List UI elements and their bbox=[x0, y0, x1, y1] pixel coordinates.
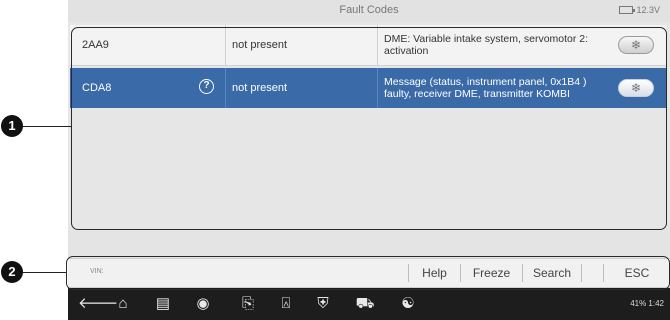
browser-icon[interactable]: ◉ bbox=[193, 295, 213, 313]
callout-line-2 bbox=[22, 272, 66, 273]
callout-line-1 bbox=[22, 126, 71, 127]
remote-support-icon[interactable]: ☯ bbox=[398, 295, 418, 313]
back-arrow-icon[interactable]: 🡐 bbox=[78, 295, 118, 313]
callout-marker-2: 2 bbox=[1, 261, 23, 283]
list-callout-bracket bbox=[71, 27, 667, 230]
recent-apps-icon[interactable]: ▤ bbox=[153, 295, 173, 313]
battery-icon bbox=[619, 6, 636, 14]
page-title: Fault Codes bbox=[339, 4, 399, 16]
title-bar: Fault Codes 12.3V bbox=[68, 0, 670, 23]
system-navigation-bar: 🡐 ⌂ ▤ ◉ ⎘ ⍓ ⛨ ⛟ ☯ 41% 1:42 bbox=[68, 288, 670, 320]
scanner-icon[interactable]: ⛨ bbox=[313, 295, 333, 313]
battery-voltage: 12.3V bbox=[636, 5, 660, 15]
battery-status: 12.3V bbox=[619, 5, 660, 15]
toolbar-callout-bracket bbox=[66, 256, 670, 290]
vci-connection-icon[interactable]: ⎘ bbox=[238, 295, 258, 313]
service-shop-icon[interactable]: ⍓ bbox=[276, 295, 296, 313]
callout-marker-1: 1 bbox=[1, 115, 23, 137]
home-icon[interactable]: ⌂ bbox=[113, 295, 133, 313]
car-icon[interactable]: ⛟ bbox=[355, 295, 375, 313]
system-status: 41% 1:42 bbox=[630, 299, 664, 308]
